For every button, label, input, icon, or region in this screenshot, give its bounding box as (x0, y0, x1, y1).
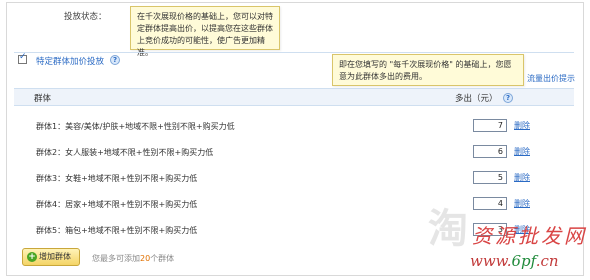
group-row-label: 群体2：女人服装+地域不限+性别不限+购买力低 (36, 148, 214, 157)
tooltip-group-bid-info: 在千次展现价格的基础上，您可以对特定群体提高出价，以提高您在这些群体上竞价成功的… (130, 6, 280, 57)
add-group-hint: 您最多可添加20个群体 (92, 253, 174, 264)
group-row-label: 群体1：美容/美体/护肤+地域不限+性别不限+购买力低 (36, 122, 235, 131)
delete-group-link[interactable]: 删除 (514, 198, 530, 209)
column-header-group: 群体 (34, 94, 52, 104)
extra-bid-input[interactable]: 4 (473, 197, 507, 210)
watermark-url: www.6pf.cn (470, 252, 559, 270)
watermark-text: 资源批发网 (472, 224, 587, 248)
watermark-url-suffix: cn (540, 252, 559, 270)
tooltip-extra-bid-info: 即在您填写的 "每千次展现价格" 的基础上，您愿意为此群体多出的费用。 (332, 54, 524, 86)
watermark-url-mid: 6pf (511, 252, 536, 270)
add-hint-suffix: 个群体 (150, 254, 175, 263)
section-title: 特定群体加价投放 (36, 57, 105, 67)
extra-bid-input[interactable]: 5 (473, 171, 507, 184)
group-row-label: 群体5：箱包+地域不限+性别不限+购买力低 (36, 226, 198, 235)
group-row-label: 群体4：居家+地域不限+性别不限+购买力低 (36, 200, 198, 209)
add-hint-count: 20 (140, 254, 151, 263)
column-header-extra-bid: 多出（元） (455, 94, 498, 104)
help-icon[interactable]: ? (110, 55, 120, 65)
delete-group-link[interactable]: 删除 (514, 120, 530, 131)
traffic-bid-tip-link[interactable]: 流量出价提示 (527, 73, 575, 84)
plus-icon: + (27, 252, 37, 262)
watermark-logo: 淘 (428, 206, 468, 252)
group-bid-checkbox[interactable] (18, 52, 27, 64)
watermark-url-prefix: www. (470, 252, 512, 270)
delete-group-link[interactable]: 删除 (514, 146, 530, 157)
delete-group-link[interactable]: 删除 (514, 172, 530, 183)
group-row-label: 群体3：女鞋+地域不限+性别不限+购买力低 (36, 174, 198, 183)
extra-bid-input[interactable]: 7 (473, 119, 507, 132)
add-hint-prefix: 您最多可添加 (92, 254, 140, 263)
bid-status-label: 投放状态： (64, 12, 107, 22)
extra-bid-input[interactable]: 6 (473, 145, 507, 158)
add-group-button[interactable]: + 增加群体 (22, 248, 80, 266)
help-icon[interactable]: ? (503, 93, 513, 103)
add-group-button-label: 增加群体 (39, 252, 71, 261)
